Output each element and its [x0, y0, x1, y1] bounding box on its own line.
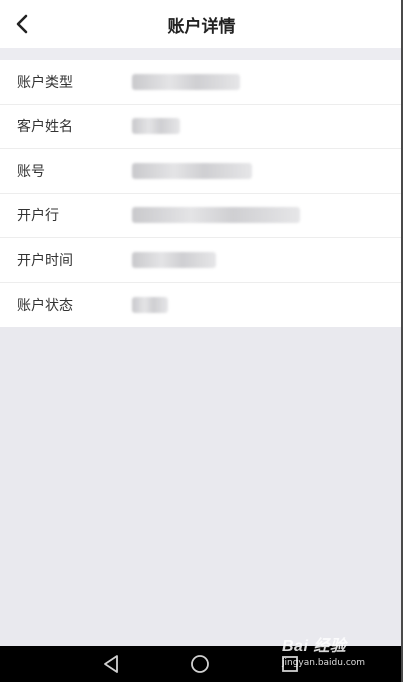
row-account-number: 账号 [0, 149, 403, 194]
row-account-type: 账户类型 [0, 60, 403, 105]
row-label: 开户时间 [17, 252, 73, 269]
row-customer-name: 客户姓名 [0, 105, 403, 149]
row-label: 账户类型 [17, 74, 73, 91]
row-opening-time: 开户时间 [0, 238, 403, 283]
nav-back-button[interactable] [100, 652, 124, 676]
nav-recents-button[interactable] [278, 652, 302, 676]
row-label: 账号 [17, 163, 45, 180]
redacted-value [132, 118, 180, 135]
back-triangle-icon [104, 655, 118, 673]
home-circle-icon [191, 655, 209, 673]
page-title: 账户详情 [167, 17, 236, 37]
row-account-status: 账户状态 [0, 283, 403, 328]
row-label: 客户姓名 [17, 119, 73, 136]
redacted-value [132, 296, 168, 313]
top-header: 账户详情 [0, 0, 403, 48]
redacted-value [132, 73, 240, 90]
redacted-value [132, 207, 300, 224]
redacted-value [132, 251, 216, 268]
nav-home-button[interactable] [188, 652, 212, 676]
row-opening-bank: 开户行 [0, 194, 403, 238]
row-label: 账户状态 [17, 297, 73, 314]
system-navigation-bar [0, 646, 403, 682]
account-detail-list: 账户类型 客户姓名 账号 开户行 开户时间 账户状态 [0, 60, 403, 327]
section-gap [0, 48, 403, 60]
row-label: 开户行 [17, 208, 59, 225]
recents-square-icon [282, 656, 298, 672]
redacted-value [132, 162, 252, 179]
